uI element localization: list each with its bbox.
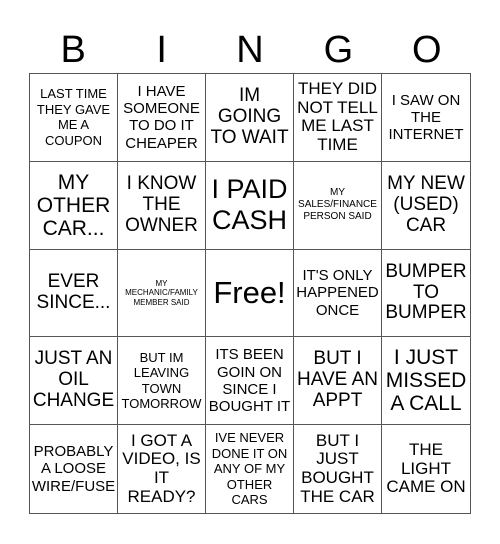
bingo-cell[interactable]: BUT IM LEAVING TOWN TOMORROW <box>118 337 206 426</box>
bingo-cell[interactable]: BUMPER TO BUMPER <box>382 250 470 338</box>
bingo-cell[interactable]: EVER SINCE... <box>30 249 118 338</box>
bingo-cell[interactable]: I GOT A VIDEO, IS IT READY? <box>118 425 206 513</box>
bingo-cell[interactable]: I KNOW THE OWNER <box>118 161 206 250</box>
bingo-cell[interactable]: IM GOING TO WAIT <box>206 74 294 162</box>
bingo-cell[interactable]: THE LIGHT CAME ON <box>382 425 470 513</box>
header-letter-o: O <box>412 29 442 71</box>
bingo-card-grid: LAST TIME THEY GAVE ME A COUPON I HAVE S… <box>29 73 471 514</box>
bingo-cell[interactable]: THEY DID NOT TELL ME LAST TIME <box>294 74 382 162</box>
bingo-cell[interactable]: LAST TIME THEY GAVE ME A COUPON <box>30 74 118 162</box>
bingo-cell[interactable]: BUT I JUST BOUGHT THE CAR <box>294 425 382 513</box>
bingo-header: B I N G O <box>29 28 471 72</box>
header-letter-n: N <box>236 29 264 71</box>
bingo-cell[interactable]: MY OTHER CAR... <box>30 161 118 250</box>
bingo-cell[interactable]: PROBABLY A LOOSE WIRE/FUSE <box>30 425 118 513</box>
bingo-cell[interactable]: IVE NEVER DONE IT ON ANY OF MY OTHER CAR… <box>206 425 294 513</box>
bingo-cell[interactable]: I PAID CASH <box>206 161 294 250</box>
bingo-cell[interactable]: I JUST MISSED A CALL <box>382 337 470 426</box>
bingo-cell[interactable]: ITS BEEN GOIN ON SINCE I BOUGHT IT <box>206 337 294 426</box>
free-space-cell[interactable]: Free! <box>206 249 294 338</box>
bingo-cell[interactable]: IT'S ONLY HAPPENED ONCE <box>294 249 382 338</box>
header-letter-b: B <box>60 29 86 71</box>
bingo-cell[interactable]: BUT I HAVE AN APPT <box>294 337 382 426</box>
bingo-cell[interactable]: MY MECHANIC/FAMILY MEMBER SAID <box>118 249 206 338</box>
bingo-cell[interactable]: JUST AN OIL CHANGE <box>30 337 118 426</box>
bingo-cell[interactable]: I HAVE SOMEONE TO DO IT CHEAPER <box>118 74 206 162</box>
header-letter-g: G <box>323 29 354 71</box>
bingo-cell[interactable]: MY NEW (USED) CAR <box>382 162 470 250</box>
bingo-cell[interactable]: MY SALES/FINANCE PERSON SAID <box>294 161 382 250</box>
header-letter-i: I <box>156 29 167 71</box>
bingo-cell[interactable]: I SAW ON THE INTERNET <box>382 74 470 162</box>
